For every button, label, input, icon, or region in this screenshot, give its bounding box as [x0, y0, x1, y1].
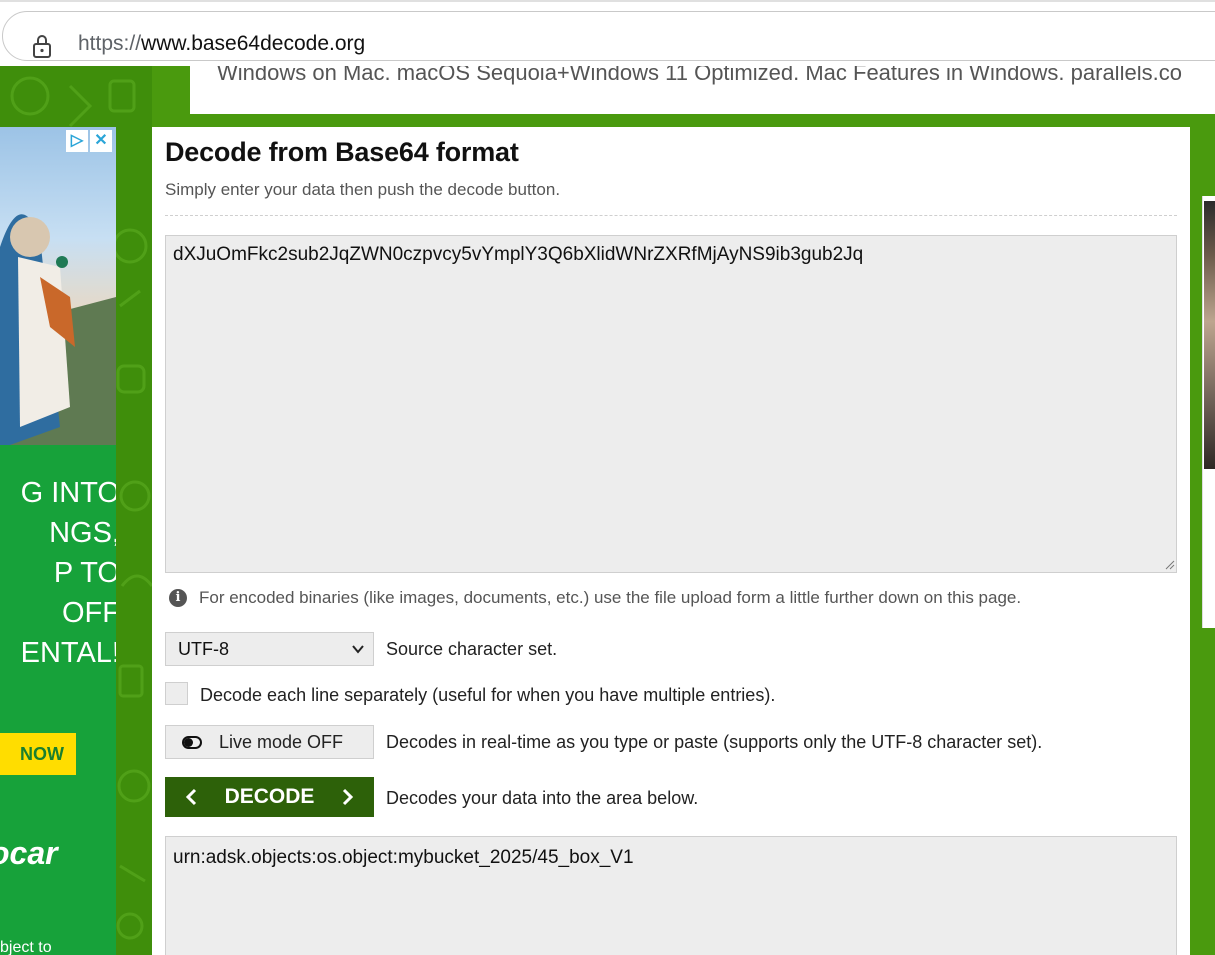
url-host: www.base64decode.org [141, 32, 366, 55]
left-side-ad[interactable]: ▷ ✕ G INTO NGS, P TO OFF ENTAL! NOW ocar… [0, 127, 116, 955]
ad-headline-line: P TO [53, 557, 116, 589]
ad-headline-line: OFF [62, 597, 116, 629]
browser-address-bar: https://www.base64decode.org [0, 0, 1215, 66]
info-icon: i [169, 589, 187, 607]
resize-handle-icon[interactable] [1165, 560, 1175, 570]
decode-lines-label[interactable]: Decode each line separately (useful for … [200, 685, 775, 706]
decoder-panel: Decode from Base64 format Simply enter y… [152, 127, 1190, 955]
ad-choices[interactable]: ▷ ✕ [66, 130, 112, 152]
ad-headline-line: ENTAL! [20, 637, 116, 669]
ad-footnote: bject to [0, 939, 52, 955]
close-icon[interactable]: ✕ [90, 130, 112, 152]
decoded-output[interactable]: urn:adsk.objects:os.object:mybucket_2025… [165, 836, 1177, 955]
info-text: For encoded binaries (like images, docum… [199, 588, 1022, 607]
lock-icon[interactable] [31, 34, 53, 58]
ad-headline: G INTO NGS, P TO OFF ENTAL! [0, 473, 116, 673]
top-ad-text[interactable]: Windows on Mac. macOS Sequoia+Windows 11… [217, 66, 1182, 86]
ad-image[interactable] [1204, 201, 1215, 469]
top-banner-ad[interactable]: Windows on Mac. macOS Sequoia+Windows 11… [190, 66, 1215, 114]
chevron-right-icon [342, 788, 354, 806]
page-subtitle: Simply enter your data then push the dec… [165, 180, 561, 199]
live-mode-description: Decodes in real-time as you type or past… [386, 732, 1043, 752]
info-note: i For encoded binaries (like images, doc… [169, 588, 1021, 608]
ad-cta-button[interactable]: NOW [0, 733, 76, 775]
toggle-icon [182, 736, 202, 749]
ad-brand-logo[interactable]: ocar [0, 835, 58, 872]
charset-label: Source character set. [386, 639, 558, 659]
chevron-down-icon [352, 645, 364, 654]
decode-button[interactable]: DECODE [165, 777, 374, 817]
url-scheme: https:// [78, 32, 142, 55]
live-mode-label: Live mode OFF [219, 732, 344, 752]
right-side-ad[interactable] [1202, 196, 1215, 628]
ad-headline-line: G INTO [20, 477, 116, 509]
charset-select[interactable]: UTF-8 [165, 632, 374, 666]
divider [165, 215, 1177, 216]
page-title: Decode from Base64 format [165, 137, 519, 167]
url-field[interactable]: https://www.base64decode.org [2, 11, 1215, 61]
ad-photo[interactable] [0, 127, 116, 445]
decode-lines-checkbox[interactable] [165, 682, 188, 705]
base64-input[interactable]: dXJuOmFkc2sub2JqZWN0czpvcy5vYmplY3Q6bXli… [165, 235, 1177, 573]
adchoices-icon[interactable]: ▷ [66, 130, 88, 152]
ad-headline-line: NGS, [49, 517, 116, 549]
decode-description: Decodes your data into the area below. [386, 788, 699, 808]
live-mode-toggle[interactable]: Live mode OFF [165, 725, 374, 759]
url-text[interactable]: https://www.base64decode.org [78, 32, 365, 56]
charset-value: UTF-8 [178, 639, 229, 659]
